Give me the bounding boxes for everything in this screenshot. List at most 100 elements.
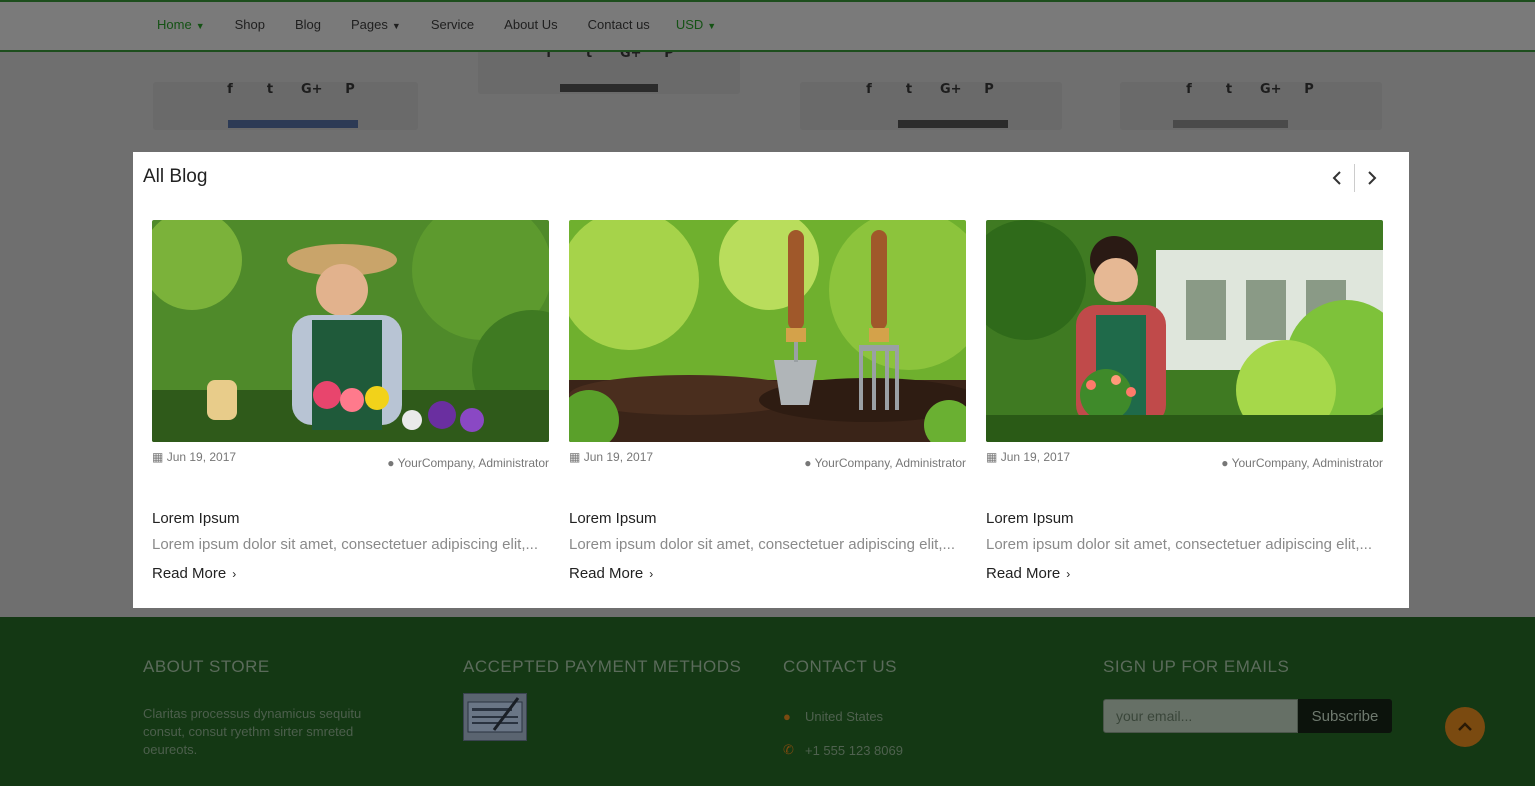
calendar-icon: ▦ [986,450,998,464]
user-icon: ● [1221,456,1229,470]
carousel-controls [1320,164,1389,192]
team-social-links: f t G+ P [1180,82,1318,97]
pinterest-icon[interactable]: P [980,82,998,97]
team-card: f t G+ P [800,82,1062,130]
chevron-right-icon: › [232,567,237,581]
read-more-link[interactable]: Read More › [986,565,1070,582]
blog-post-excerpt: Lorem ipsum dolor sit amet, consectetuer… [569,536,956,553]
read-more-label: Read More [569,565,644,582]
blog-post-meta: ▦ Jun 19, 2017 ● YourCompany, Administra… [569,448,966,488]
blog-post-image[interactable] [152,220,549,442]
email-input[interactable] [1103,699,1298,733]
footer-heading: SIGN UP FOR EMAILS [1103,657,1290,676]
google-plus-icon[interactable]: G+ [940,82,962,97]
about-store-text: Claritas processus dynamicus sequitu con… [143,706,362,757]
facebook-icon[interactable]: f [221,82,239,97]
user-icon: ● [804,456,812,470]
footer-contact: CONTACT US ● United States ✆ +1 555 123 … [783,657,903,758]
twitter-icon[interactable]: t [900,82,918,97]
post-date: ▦ Jun 19, 2017 [152,450,236,464]
team-member-image [1173,120,1288,128]
team-social-links: f t G+ P [221,82,359,97]
user-icon: ● [387,456,395,470]
nav-item-home[interactable]: Home ▼ [157,17,205,32]
facebook-icon[interactable]: f [860,82,878,97]
twitter-icon[interactable]: t [261,82,279,97]
chevron-right-icon: › [649,567,654,581]
footer: ABOUT STORE Claritas processus dynamicus… [0,617,1535,786]
blog-post-card: ▦ Jun 19, 2017 ● YourCompany, Administra… [986,220,1383,600]
nav-menu: Home ▼ Shop Blog Pages ▼ Service About Us … [157,17,716,32]
facebook-icon[interactable]: f [1180,82,1198,97]
subscribe-button[interactable]: Subscribe [1298,699,1392,733]
team-card: f t G+ P [1120,82,1382,130]
modal-title: All Blog [143,166,208,187]
post-author-text: YourCompany, Administrator [814,456,966,470]
next-arrow-icon[interactable] [1355,164,1389,192]
nav-item-label: Home [157,17,192,32]
google-plus-icon[interactable]: G+ [301,82,323,97]
post-author-text: YourCompany, Administrator [397,456,549,470]
nav-item-pages[interactable]: Pages ▼ [351,17,401,32]
footer-heading: CONTACT US [783,657,897,676]
post-date-text: Jun 19, 2017 [1000,450,1071,464]
blog-post-meta: ▦ Jun 19, 2017 ● YourCompany, Administra… [986,448,1383,488]
nav-item-label: Pages [351,17,388,32]
phone-icon: ✆ [783,742,794,757]
twitter-icon[interactable]: t [1220,82,1238,97]
payment-check-icon [463,693,527,741]
pinterest-icon[interactable]: P [1300,82,1318,97]
prev-arrow-icon[interactable] [1320,164,1354,192]
post-date: ▦ Jun 19, 2017 [569,450,653,464]
team-card: f t G+ P [153,82,418,130]
read-more-link[interactable]: Read More › [152,565,236,582]
blog-post-excerpt: Lorem ipsum dolor sit amet, consectetuer… [986,536,1373,553]
nav-item-shop[interactable]: Shop [235,17,265,32]
blog-post-title[interactable]: Lorem Ipsum [986,510,1383,527]
blog-post-title[interactable]: Lorem Ipsum [152,510,549,527]
footer-heading: ABOUT STORE [143,657,270,676]
contact-phone-text: +1 555 123 8069 [805,742,903,758]
blog-post-meta: ▦ Jun 19, 2017 ● YourCompany, Administra… [152,448,549,488]
blog-post-image[interactable] [569,220,966,442]
post-author: ● YourCompany, Administrator [804,456,966,470]
map-marker-icon: ● [783,709,791,724]
calendar-icon: ▦ [152,450,164,464]
blog-post-image[interactable] [986,220,1383,442]
post-date-text: Jun 19, 2017 [583,450,654,464]
blog-post-excerpt: Lorem ipsum dolor sit amet, consectetuer… [152,536,539,553]
post-author-text: YourCompany, Administrator [1231,456,1383,470]
top-navigation: Home ▼ Shop Blog Pages ▼ Service About Us … [0,0,1535,52]
caret-down-icon: ▼ [195,20,205,31]
post-author: ● YourCompany, Administrator [1221,456,1383,470]
currency-selector[interactable]: USD ▼ [676,17,716,32]
nav-item-about-us[interactable]: About Us [504,17,557,32]
nav-item-contact-us[interactable]: Contact us [588,17,650,32]
footer-about: ABOUT STORE Claritas processus dynamicus… [143,657,403,759]
team-member-image [560,84,658,92]
blog-post-card: ▦ Jun 19, 2017 ● YourCompany, Administra… [152,220,549,600]
contact-phone: ✆ +1 555 123 8069 [783,742,903,758]
team-member-image [228,120,358,128]
blog-post-list: ▦ Jun 19, 2017 ● YourCompany, Administra… [152,220,1383,600]
nav-item-blog[interactable]: Blog [295,17,321,32]
footer-heading: ACCEPTED PAYMENT METHODS [463,657,742,676]
contact-location: ● United States [783,709,903,724]
scroll-to-top-button[interactable] [1445,707,1485,747]
team-card: f t G+ P [478,46,740,94]
google-plus-icon[interactable]: G+ [1260,82,1282,97]
team-social-links: f t G+ P [860,82,998,97]
nav-item-service[interactable]: Service [431,17,474,32]
currency-label: USD [675,17,704,32]
blog-post-card: ▦ Jun 19, 2017 ● YourCompany, Administra… [569,220,966,600]
caret-down-icon: ▼ [707,20,717,31]
pinterest-icon[interactable]: P [341,82,359,97]
footer-payment: ACCEPTED PAYMENT METHODS [463,657,741,741]
post-author: ● YourCompany, Administrator [387,456,549,470]
read-more-link[interactable]: Read More › [569,565,653,582]
email-signup-form: Subscribe [1103,699,1392,733]
blog-post-title[interactable]: Lorem Ipsum [569,510,966,527]
contact-location-text: United States [805,709,884,724]
caret-down-icon: ▼ [391,20,401,31]
team-member-image [898,120,1008,128]
